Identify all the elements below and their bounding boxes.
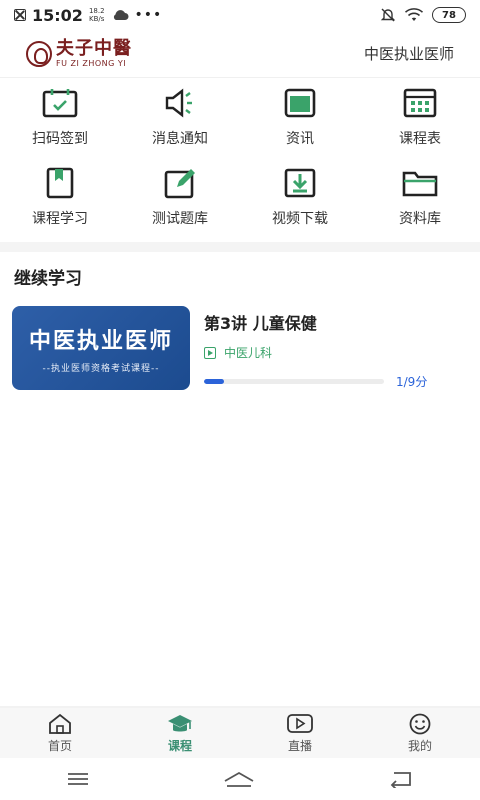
tab-label: 首页 [47,738,72,753]
cloud-icon [113,10,129,20]
grid-item-news[interactable]: 资讯 [240,82,360,162]
video-play-icon [287,713,313,733]
thumbnail-subtitle: --执业医师资格考试课程-- [42,363,160,374]
progress-bar [204,379,384,384]
grid-item-checkin[interactable]: 扫码签到 [0,82,120,162]
logo-icon [26,40,52,67]
logo-name-cn: 夫子中醫 [56,37,132,59]
grid-label: 测试题库 [152,211,208,227]
tab-label: 课程 [167,738,192,753]
thumbnail-title: 中医执业医师 [28,327,173,354]
course-tag: 中医儿科 [204,344,468,361]
course-category: 中医儿科 [224,346,273,360]
app-header: 夫子中醫 FU ZI ZHONG YI 中医执业医师 [0,30,480,78]
video-icon [204,346,216,359]
logo-name-en: FU ZI ZHONG YI [56,58,127,68]
grid-item-video-download[interactable]: 视频下载 [240,162,360,242]
grid-item-notifications[interactable]: 消息通知 [120,82,240,162]
function-grid: 扫码签到 消息通知 资讯 课程表 课程学习 测试题库 视频下载 资料库 [0,82,480,242]
system-nav-bar [0,758,480,800]
network-speed: 18.2 KB/s [88,7,105,23]
mute-bell-icon [380,8,396,22]
grid-item-question-bank[interactable]: 测试题库 [120,162,240,242]
news-icon [280,86,320,120]
grid-label: 扫码签到 [32,131,88,147]
brand-logo: 夫子中醫 FU ZI ZHONG YI [26,37,132,68]
wifi-icon [404,8,424,21]
tab-label: 我的 [407,738,432,753]
menu-icon[interactable] [66,771,90,787]
more-dots: ••• [134,7,163,23]
continue-learning-title: 继续学习 [14,269,82,289]
battery-indicator: 78 [432,7,466,23]
speaker-icon [160,86,200,120]
schedule-icon [400,86,440,120]
grid-item-course-study[interactable]: 课程学习 [0,162,120,242]
status-bar: 15:02 18.2 KB/s ••• 78 [0,0,480,30]
calendar-check-icon [40,86,80,120]
grid-label: 课程学习 [32,211,88,227]
course-thumbnail[interactable]: 中医执业医师 --执业医师资格考试课程-- [12,306,190,390]
home-icon [49,713,71,734]
progress-text: 1/9分 [396,375,428,389]
progress-row: 1/9分 [204,373,468,390]
notification-icon [14,9,26,21]
folder-icon [400,166,440,200]
tab-profile[interactable]: 我的 [360,708,480,758]
course-info: 第3讲 儿童保健 中医儿科 1/9分 [190,306,468,390]
graduation-cap-icon [168,714,192,731]
bottom-tab-bar: 首页 课程 直播 我的 [0,708,480,758]
grid-label: 视频下载 [272,211,328,227]
grid-label: 资料库 [399,211,441,227]
progress-fill [204,379,224,384]
grid-label: 资讯 [286,131,314,147]
download-icon [280,166,320,200]
edit-icon [160,166,200,200]
subject-selector[interactable]: 中医执业医师 [364,43,454,64]
tab-home[interactable]: 首页 [0,708,120,758]
section-divider [0,242,480,252]
tab-courses[interactable]: 课程 [120,708,240,758]
course-title[interactable]: 第3讲 儿童保健 [204,310,468,334]
home-nav-icon[interactable] [222,770,256,788]
grid-label: 消息通知 [152,131,208,147]
smile-icon [409,713,431,734]
grid-item-schedule[interactable]: 课程表 [360,82,480,162]
tab-live[interactable]: 直播 [240,708,360,758]
grid-item-library[interactable]: 资料库 [360,162,480,242]
bookmark-icon [40,166,80,200]
course-card[interactable]: 中医执业医师 --执业医师资格考试课程-- 第3讲 儿童保健 中医儿科 1/9分 [12,306,468,390]
tab-label: 直播 [287,738,312,753]
grid-label: 课程表 [399,131,441,147]
status-time: 15:02 [32,5,83,25]
back-icon[interactable] [388,770,414,788]
